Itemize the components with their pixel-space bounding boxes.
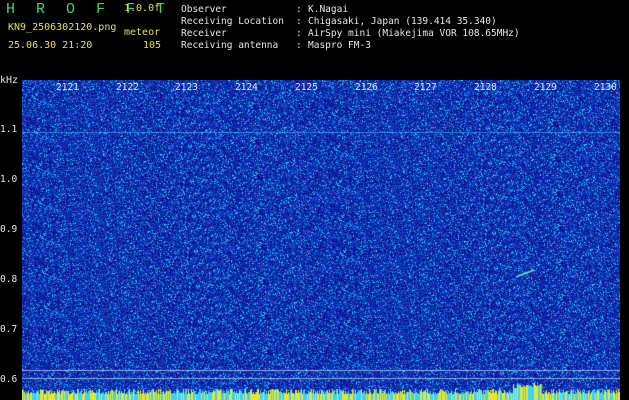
info-row-receiver: Receiver: AirSpy mini (Miakejima VOR 108.…	[181, 28, 520, 40]
time-tick: 2122	[116, 82, 139, 93]
version-label: 1.0.0f	[124, 3, 161, 14]
right-margin	[620, 80, 629, 400]
spectrogram-area	[22, 80, 620, 400]
freq-tick: 0.8	[0, 274, 18, 285]
time-tick: 2123	[175, 82, 198, 93]
info-separator: :	[296, 28, 302, 39]
time-tick: 2129	[534, 82, 557, 93]
info-value: Chigasaki, Japan (139.414 35.340)	[308, 16, 497, 27]
info-label: Receiving Location	[181, 16, 284, 27]
filename-label: KN9_2506302120.png	[8, 22, 117, 33]
spectrogram-canvas	[22, 80, 620, 400]
info-separator: :	[296, 16, 302, 27]
freq-tick: 0.7	[0, 324, 18, 335]
info-value: K.Nagai	[308, 4, 349, 15]
freq-tick: 0.9	[0, 224, 18, 235]
time-tick: 2127	[414, 82, 437, 93]
info-label: Receiving antenna	[181, 40, 279, 51]
info-row-observer: Observer: K.Nagai	[181, 4, 520, 16]
info-value: Maspro FM-3	[308, 40, 371, 51]
time-tick: 2121	[56, 82, 79, 93]
info-separator: :	[296, 40, 302, 51]
time-tick: 2125	[295, 82, 318, 93]
info-value: AirSpy mini (Miakejima VOR 108.65MHz)	[308, 28, 520, 39]
info-row-location: Receiving Location: Chigasaki, Japan (139…	[181, 16, 520, 28]
mode-label: meteor	[124, 27, 161, 38]
freq-tick: 1.0	[0, 174, 18, 185]
info-label: Receiver	[181, 28, 227, 39]
frequency-unit-label: kHz	[0, 75, 19, 86]
datetime-label: 25.06.30 21:20	[8, 40, 93, 51]
freq-tick: 0.6	[0, 374, 18, 385]
info-row-antenna: Receiving antenna: Maspro FM-3	[181, 40, 520, 52]
time-tick: 2128	[474, 82, 497, 93]
info-separator: :	[296, 4, 302, 15]
time-tick: 2126	[355, 82, 378, 93]
time-tick: 2124	[235, 82, 258, 93]
station-info: Observer: K.Nagai Receiving Location: Chig…	[181, 4, 520, 52]
info-label: Observer	[181, 4, 227, 15]
time-tick: 2130	[594, 82, 617, 93]
count-label: 105	[143, 40, 162, 51]
freq-tick: 1.1	[0, 124, 18, 135]
